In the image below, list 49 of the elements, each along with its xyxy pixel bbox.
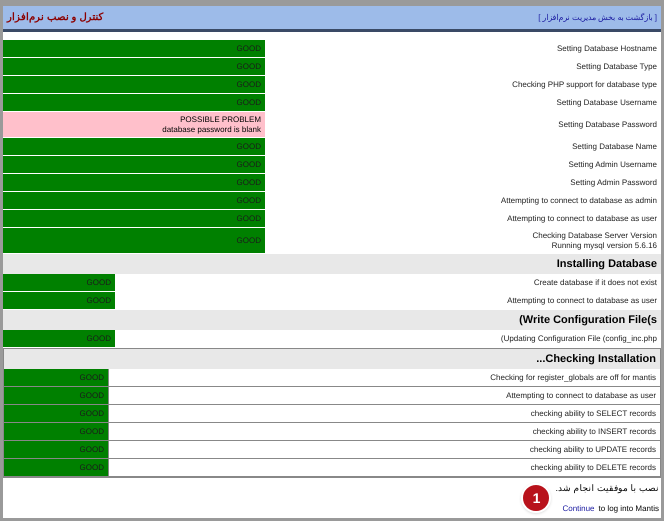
section-header: ...Checking Installation <box>4 349 660 369</box>
check-label: checking ability to INSERT records <box>532 426 657 438</box>
check-label: Setting Admin Password <box>569 177 658 189</box>
status-cell: GOOD <box>3 292 115 310</box>
status-cell: GOOD <box>3 40 265 58</box>
check-label: checking ability to SELECT records <box>530 408 657 420</box>
check-label: Checking for register_globals are off for mantis <box>489 372 657 384</box>
check-label: Setting Admin Username <box>568 159 658 171</box>
status-cell: GOOD <box>3 210 265 228</box>
status-cell: GOOD <box>3 274 115 292</box>
check-label: Setting Database Hostname <box>556 43 658 55</box>
status-cell: GOOD <box>4 423 109 440</box>
check-label: Checking PHP support for database type <box>511 79 658 91</box>
check-label: Setting Database Password <box>557 119 658 131</box>
status-cell: GOOD <box>3 94 265 112</box>
page-title: کنترل و نصب نرم‌افزار <box>7 11 104 25</box>
status-cell: GOOD <box>3 228 265 254</box>
status-cell: POSSIBLE PROBLEM database password is blank <box>3 112 265 138</box>
check-label: Attempting to connect to database as admin <box>500 195 658 207</box>
number-badge: 1 <box>521 483 552 514</box>
check-label: Attempting to connect to database as user <box>505 390 657 402</box>
check-label: Setting Database Username <box>556 97 658 109</box>
status-cell: GOOD <box>3 76 265 94</box>
check-label: Checking Database Server Version Running mysql version 5.6.16 <box>531 230 658 252</box>
check-label: checking ability to DELETE records <box>530 462 657 474</box>
status-cell: GOOD <box>4 387 109 404</box>
status-cell: GOOD <box>4 405 109 422</box>
status-cell: GOOD <box>3 138 265 156</box>
section-header: Installing Database <box>3 254 661 274</box>
check-label: (Updating Configuration File (config_inc.php <box>500 333 658 345</box>
status-cell: GOOD <box>3 330 115 348</box>
check-label: Attempting to connect to database as user <box>506 295 658 307</box>
login-text: to log into Mantis <box>598 502 659 514</box>
section-header: (Write Configuration File(s <box>3 310 661 330</box>
status-cell: GOOD <box>3 58 265 76</box>
continue-link[interactable]: Continue <box>562 502 595 514</box>
success-message: نصب با موفقیت انجام شد. <box>555 482 659 496</box>
check-label: Setting Database Name <box>571 141 658 153</box>
status-cell: GOOD <box>4 369 109 386</box>
status-cell: GOOD <box>4 441 109 458</box>
check-label: checking ability to UPDATE records <box>528 444 657 456</box>
status-cell: GOOD <box>3 156 265 174</box>
status-cell: GOOD <box>3 174 265 192</box>
back-link[interactable]: [ بازگشت به بخش مدیریت نرم‌افزار ] <box>538 12 657 24</box>
status-cell: GOOD <box>3 192 265 210</box>
check-label: Create database if it does not exist <box>532 277 658 289</box>
check-label: Setting Database Type <box>575 61 658 73</box>
status-cell: GOOD <box>4 459 109 476</box>
check-label: Attempting to connect to database as user <box>506 213 658 225</box>
